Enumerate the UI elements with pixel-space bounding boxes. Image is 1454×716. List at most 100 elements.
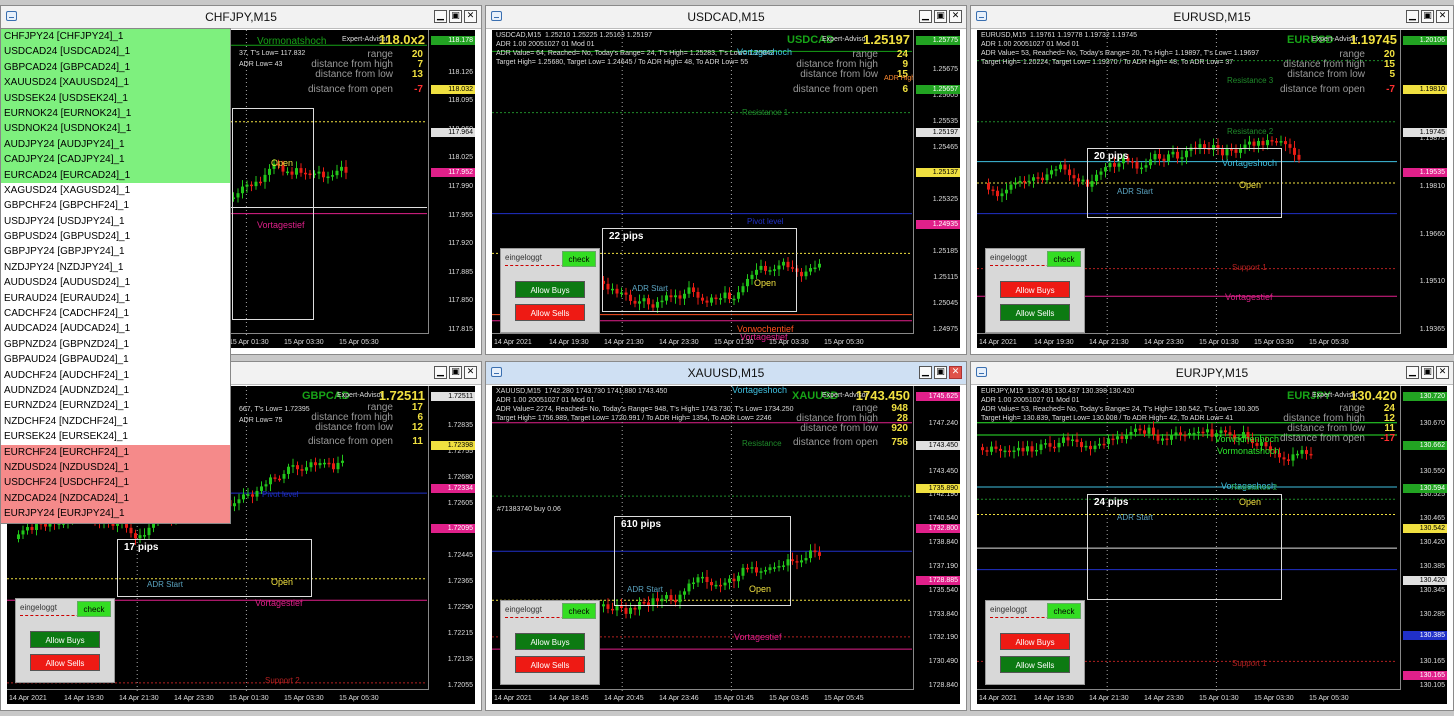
symbol-list-item[interactable]: EURCAD24 [EURCAD24]_1 (1, 167, 230, 183)
symbol-list-item[interactable]: EURJPY24 [EURJPY24]_1 (1, 506, 230, 522)
symbol-list-item[interactable]: AUDCHF24 [AUDCHF24]_1 (1, 368, 230, 383)
symbol-list-item[interactable]: USDSEK24 [USDSEK24]_1 (1, 90, 230, 106)
allow-sells-button[interactable]: Allow Sells (1000, 304, 1070, 321)
price-axis[interactable]: 130.705130.670130.605130.550130.525130.4… (1400, 386, 1447, 690)
time-axis[interactable]: 14 Apr 2021 14 Apr 19:30 14 Apr 21:30 14 Ap… (977, 689, 1401, 704)
check-button[interactable]: check (562, 603, 596, 619)
allow-sells-button[interactable]: Allow Sells (1000, 656, 1070, 673)
minimize-button[interactable]: ▁ (919, 10, 932, 23)
symbol-list-item[interactable]: CADCHF24 [CADCHF24]_1 (1, 306, 230, 321)
price-chart[interactable]: XAUUSD,M15 1742.280 1743.730 1741.880 17… (492, 386, 960, 704)
symbol-list-item[interactable]: NZDJPY24 [NZDJPY24]_1 (1, 260, 230, 275)
title-bar[interactable]: EURJPY,M15 ▁ ▣ ✕ (971, 362, 1453, 385)
close-button[interactable]: ✕ (1436, 10, 1449, 23)
symbol-list-item[interactable]: GBPCAD24 [GBPCAD24]_1 (1, 59, 230, 76)
close-button[interactable]: ✕ (949, 366, 962, 379)
time-tick-label: 14 Apr 21:30 (604, 339, 644, 346)
time-axis[interactable]: 14 Apr 2021 14 Apr 19:30 14 Apr 21:30 14 Ap… (977, 333, 1401, 348)
price-tag: 130.594 (1403, 483, 1447, 493)
allow-buys-button[interactable]: Allow Buys (515, 633, 585, 650)
close-button[interactable]: ✕ (464, 366, 477, 379)
close-button[interactable]: ✕ (1436, 366, 1449, 379)
maximize-button[interactable]: ▣ (449, 366, 462, 379)
symbol-list-item[interactable]: EURNOK24 [EURNOK24]_1 (1, 105, 230, 122)
price-axis[interactable]: 1.257701.256751.256051.255351.254651.253… (913, 30, 960, 334)
symbol-list-item[interactable]: AUDUSD24 [AUDUSD24]_1 (1, 275, 230, 290)
window-eurjpy[interactable]: EURJPY,M15 ▁ ▣ ✕ EURJPY,M15 130.435 130.43… (970, 361, 1454, 711)
symbol-list-item[interactable]: CHFJPY24 [CHFJPY24]_1 (1, 29, 230, 45)
price-chart[interactable]: USDCAD,M15 1.25210 1.25225 1.25163 1.251… (492, 30, 960, 348)
minimize-button[interactable]: ▁ (1406, 366, 1419, 379)
close-button[interactable]: ✕ (949, 10, 962, 23)
title-bar[interactable]: USDCAD,M15 ▁ ▣ ✕ (486, 6, 966, 29)
minimize-button[interactable]: ▁ (1406, 10, 1419, 23)
title-bar[interactable]: XAUUSD,M15 ▁ ▣ ✕ (486, 362, 966, 385)
symbol-list-item[interactable]: EURUSD24 [EURUSD24]_1 (1, 521, 230, 523)
symbol-list-item[interactable]: EURCHF24 [EURCHF24]_1 (1, 444, 230, 460)
symbol-list-item[interactable]: GBPNZD24 [GBPNZD24]_1 (1, 337, 230, 352)
maximize-button[interactable]: ▣ (934, 10, 947, 23)
allow-sells-button[interactable]: Allow Sells (515, 304, 585, 321)
symbol-list-item[interactable]: USDCHF24 [USDCHF24]_1 (1, 475, 230, 491)
window-eurusd[interactable]: EURUSD,M15 ▁ ▣ ✕ EURUSD,M15 1.19761 1.1977… (970, 5, 1454, 355)
candle (1023, 176, 1026, 189)
window-usdcad[interactable]: USDCAD,M15 ▁ ▣ ✕ USDCAD,M15 1.25210 1.2522… (485, 5, 967, 355)
ea-control-panel: eingeloggt check Allow Buys Allow Sells (500, 248, 600, 333)
symbol-list-item[interactable]: NZDCHF24 [NZDCHF24]_1 (1, 414, 230, 429)
symbol-list-item[interactable]: CADJPY24 [CADJPY24]_1 (1, 152, 230, 168)
window-xauusd[interactable]: XAUUSD,M15 ▁ ▣ ✕ XAUUSD,M15 1742.280 1743.… (485, 361, 967, 711)
symbol-list-item[interactable]: USDNOK24 [USDNOK24]_1 (1, 121, 230, 137)
symbol-list-item[interactable]: GBPCHF24 [GBPCHF24]_1 (1, 198, 230, 213)
symbol-list-item[interactable]: GBPAUD24 [GBPAUD24]_1 (1, 352, 230, 367)
candle (1197, 426, 1200, 440)
minimize-button[interactable]: ▁ (434, 366, 447, 379)
symbol-list-item[interactable]: EURSEK24 [EURSEK24]_1 (1, 429, 230, 444)
price-axis[interactable]: 118.165118.126118.095118.060118.025117.9… (428, 30, 475, 334)
allow-sells-button[interactable]: Allow Sells (30, 654, 100, 671)
price-axis[interactable]: 1.729151.728351.727551.726801.726051.725… (428, 386, 475, 690)
time-axis[interactable]: 14 Apr 2021 14 Apr 18:45 14 Apr 20:45 14 Ap… (492, 689, 914, 704)
price-chart[interactable]: EURUSD,M15 1.19761 1.19778 1.19732 1.197… (977, 30, 1447, 348)
symbol-list-item[interactable]: AUDCAD24 [AUDCAD24]_1 (1, 321, 230, 336)
check-button[interactable]: check (562, 251, 596, 267)
minimize-button[interactable]: ▁ (919, 366, 932, 379)
check-button[interactable]: check (1047, 251, 1081, 267)
symbol-list-item[interactable]: NZDUSD24 [NZDUSD24]_1 (1, 459, 230, 476)
maximize-button[interactable]: ▣ (1421, 10, 1434, 23)
symbol-list-item[interactable]: EURAUD24 [EURAUD24]_1 (1, 291, 230, 306)
minimize-button[interactable]: ▁ (434, 10, 447, 23)
symbol-list-item[interactable]: XAGUSD24 [XAGUSD24]_1 (1, 183, 230, 198)
time-axis[interactable]: 14 Apr 2021 14 Apr 19:30 14 Apr 21:30 14 Ap… (7, 689, 429, 704)
symbol-list-item[interactable]: AUDJPY24 [AUDJPY24]_1 (1, 136, 230, 153)
allow-buys-button[interactable]: Allow Buys (1000, 281, 1070, 298)
price-axis[interactable]: 1748.8901747.2401745.5651743.4501742.190… (913, 386, 960, 690)
allow-sells-button[interactable]: Allow Sells (515, 656, 585, 673)
support-2-label: Support 2 (265, 676, 300, 685)
title-bar[interactable]: EURUSD,M15 ▁ ▣ ✕ (971, 6, 1453, 29)
price-axis[interactable]: 1.201751.200251.198751.198101.196601.195… (1400, 30, 1447, 334)
allow-buys-button[interactable]: Allow Buys (515, 281, 585, 298)
maximize-button[interactable]: ▣ (934, 366, 947, 379)
symbol-list-item[interactable]: GBPUSD24 [GBPUSD24]_1 (1, 229, 230, 244)
maximize-button[interactable]: ▣ (1421, 366, 1434, 379)
symbol-list-item[interactable]: GBPJPY24 [GBPJPY24]_1 (1, 244, 230, 259)
candle (233, 496, 236, 512)
symbol-list-item[interactable]: USDCAD24 [USDCAD24]_1 (1, 44, 230, 60)
symbol-list-item[interactable]: EURNZD24 [EURNZD24]_1 (1, 398, 230, 413)
symbol-list-item[interactable]: AUDNZD24 [AUDNZD24]_1 (1, 383, 230, 398)
symbol-list-item[interactable]: USDJPY24 [USDJPY24]_1 (1, 214, 230, 229)
allow-buys-button[interactable]: Allow Buys (30, 631, 100, 648)
symbol-list-item[interactable]: XAUUSD24 [XAUUSD24]_1 (1, 75, 230, 91)
check-button[interactable]: check (77, 601, 111, 617)
close-button[interactable]: ✕ (464, 10, 477, 23)
candle (251, 490, 254, 504)
check-button[interactable]: check (1047, 603, 1081, 619)
allow-buys-button[interactable]: Allow Buys (1000, 633, 1070, 650)
price-tag: 1735.890 (916, 483, 960, 493)
symbol-list-item[interactable]: NZDCAD24 [NZDCAD24]_1 (1, 490, 230, 507)
title-bar[interactable]: CHFJPY,M15 ▁ ▣ ✕ (1, 6, 481, 29)
symbol-list[interactable]: CHFJPY24 [CHFJPY24]_1 USDCAD24 [USDCAD24]… (0, 28, 231, 524)
maximize-button[interactable]: ▣ (449, 10, 462, 23)
price-chart[interactable]: EURJPY,M15 130.435 130.437 130.398 130.4… (977, 386, 1447, 704)
time-axis[interactable]: 14 Apr 2021 14 Apr 19:30 14 Apr 21:30 14 Ap… (492, 333, 914, 348)
